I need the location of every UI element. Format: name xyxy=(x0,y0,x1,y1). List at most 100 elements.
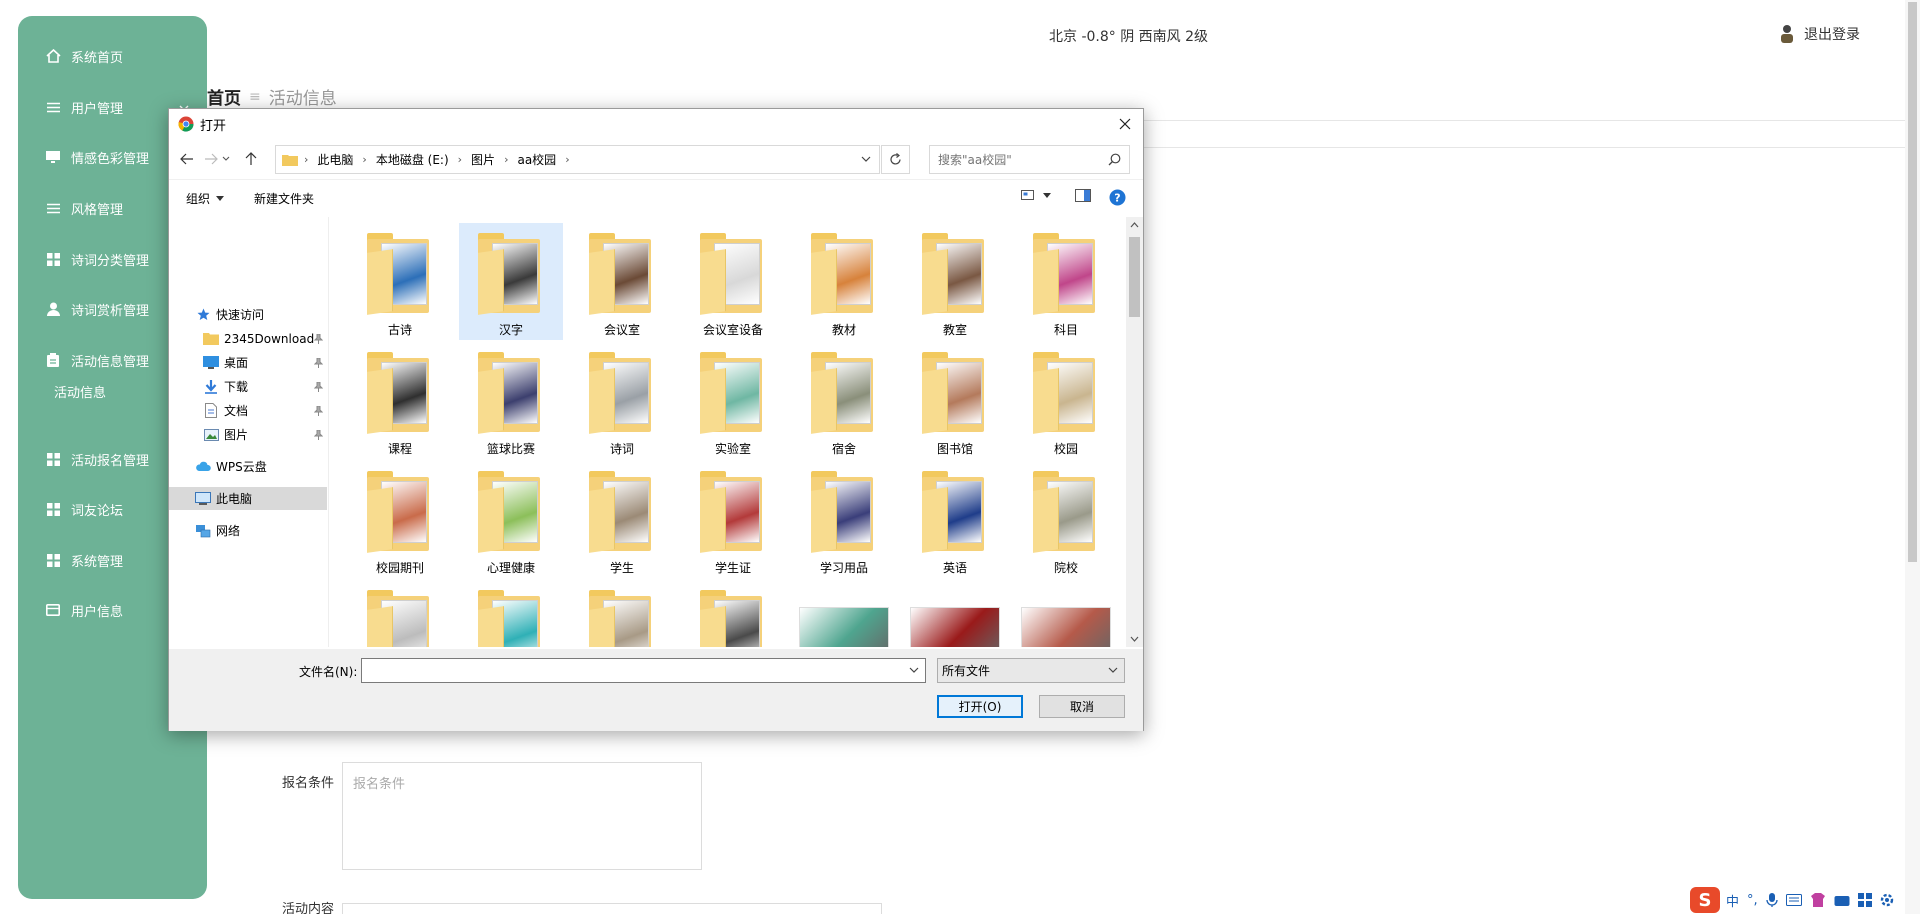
toolbox-icon[interactable] xyxy=(1834,893,1850,907)
filetype-select[interactable]: 所有文件 xyxy=(937,658,1125,683)
keyboard-icon[interactable] xyxy=(1785,894,1802,906)
file-list-scrollbar[interactable] xyxy=(1126,217,1143,647)
arrow-right-icon xyxy=(205,153,218,165)
pin-icon[interactable] xyxy=(313,333,324,347)
folder-thumbnail-icon xyxy=(478,352,544,434)
pin-icon[interactable] xyxy=(313,381,324,395)
organize-button[interactable]: 组织 xyxy=(186,190,225,207)
search-input[interactable] xyxy=(938,152,1108,167)
address-bar[interactable]: › 此电脑 › 本地磁盘 (E:) › 图片 › aa校园 › xyxy=(275,145,880,174)
back-button[interactable] xyxy=(177,149,197,169)
address-crumb[interactable]: aa校园 › xyxy=(517,151,578,168)
view-options-button[interactable] xyxy=(1021,189,1051,201)
chevron-down-icon[interactable] xyxy=(861,155,871,163)
sidebar-subitem-activity-info[interactable]: 活动信息 xyxy=(54,382,106,401)
folder-tile[interactable]: 教材 xyxy=(792,223,896,340)
content-editor[interactable] xyxy=(342,903,882,914)
folder-tile[interactable]: 会议室设备 xyxy=(681,223,785,340)
dialog-close-button[interactable] xyxy=(1111,111,1139,137)
skin-icon[interactable] xyxy=(1810,893,1826,907)
search-box[interactable] xyxy=(929,145,1130,174)
address-arrow-root[interactable]: › xyxy=(304,153,317,166)
chevron-down-icon[interactable] xyxy=(909,666,919,674)
recent-locations-button[interactable] xyxy=(219,149,233,169)
page-scrollbar-thumb[interactable] xyxy=(1908,2,1917,562)
folder-tile[interactable]: 教室 xyxy=(903,223,1007,340)
document-icon xyxy=(203,403,219,419)
breadcrumb-home[interactable]: 首页 xyxy=(207,84,241,109)
pin-icon[interactable] xyxy=(313,405,324,419)
scroll-down-button[interactable] xyxy=(1126,631,1143,647)
folder-tile[interactable] xyxy=(570,580,674,647)
microphone-icon[interactable] xyxy=(1766,892,1778,908)
punctuation-indicator[interactable]: °, xyxy=(1747,893,1758,908)
folder-tile[interactable]: 图书馆 xyxy=(903,342,1007,459)
nav-item-this-pc[interactable]: 此电脑 xyxy=(169,487,327,510)
new-folder-button[interactable]: 新建文件夹 xyxy=(254,190,314,207)
folder-tile[interactable]: 院校 xyxy=(1014,461,1118,578)
home-icon xyxy=(45,48,61,64)
folder-tile[interactable]: 篮球比赛 xyxy=(459,342,563,459)
nav-item-2345download[interactable]: 2345Download xyxy=(169,327,327,350)
folder-tile[interactable] xyxy=(459,580,563,647)
address-crumb[interactable]: 图片 › xyxy=(471,151,517,168)
folder-tile[interactable]: 宿舍 xyxy=(792,342,896,459)
file-list-scrollbar-thumb[interactable] xyxy=(1129,237,1140,317)
dialog-titlebar[interactable]: 打开 xyxy=(169,109,1143,139)
avatar-icon xyxy=(1781,25,1793,43)
sidebar-item-home[interactable]: 系统首页 xyxy=(18,36,207,76)
folder-tile[interactable] xyxy=(348,580,452,647)
address-crumb[interactable]: 本地磁盘 (E:) › xyxy=(376,151,471,168)
page-scrollbar[interactable] xyxy=(1905,0,1920,914)
pin-icon[interactable] xyxy=(313,357,324,371)
folder-tile[interactable]: 学生 xyxy=(570,461,674,578)
logout-button[interactable]: 退出登录 xyxy=(1778,24,1860,44)
folder-tile[interactable]: 古诗 xyxy=(348,223,452,340)
nav-item-desktop[interactable]: 桌面 xyxy=(169,351,327,374)
filename-input[interactable] xyxy=(361,658,926,683)
up-button[interactable] xyxy=(241,149,261,169)
pin-icon[interactable] xyxy=(313,429,324,443)
folder-tile[interactable] xyxy=(681,580,785,647)
folder-tile[interactable]: 学生证 xyxy=(681,461,785,578)
forward-button[interactable] xyxy=(201,149,221,169)
settings-icon[interactable] xyxy=(1880,893,1894,907)
nav-item-downloads[interactable]: 下载 xyxy=(169,375,327,398)
nav-item-documents[interactable]: 文档 xyxy=(169,399,327,422)
cancel-button[interactable]: 取消 xyxy=(1039,695,1125,718)
nav-item-wps-cloud[interactable]: WPS云盘 xyxy=(169,455,327,478)
open-button[interactable]: 打开(O) xyxy=(937,695,1023,718)
chevron-down-icon xyxy=(1108,667,1118,673)
preview-pane-button[interactable] xyxy=(1075,189,1091,202)
image-thumbnail[interactable] xyxy=(1021,607,1111,647)
folder-tile[interactable]: 会议室 xyxy=(570,223,674,340)
folder-tile[interactable]: 课程 xyxy=(348,342,452,459)
folder-thumbnail-icon xyxy=(367,233,433,315)
signup-textarea[interactable]: 报名条件 xyxy=(342,762,702,870)
user-icon xyxy=(45,301,61,317)
chevron-up-icon xyxy=(1130,222,1139,228)
image-thumbnail[interactable] xyxy=(799,607,889,647)
address-crumb[interactable]: 此电脑 › xyxy=(317,151,375,168)
image-thumbnail[interactable] xyxy=(910,607,1000,647)
folder-tile[interactable]: 汉字 xyxy=(459,223,563,340)
folder-tile[interactable]: 学习用品 xyxy=(792,461,896,578)
folder-tile[interactable]: 实验室 xyxy=(681,342,785,459)
folder-tile[interactable]: 校园 xyxy=(1014,342,1118,459)
folder-tile[interactable]: 英语 xyxy=(903,461,1007,578)
folder-tile[interactable]: 校园期刊 xyxy=(348,461,452,578)
scroll-up-button[interactable] xyxy=(1126,217,1143,233)
nav-item-pictures[interactable]: 图片 xyxy=(169,423,327,446)
folder-tile[interactable]: 诗词 xyxy=(570,342,674,459)
sogou-ime-icon[interactable]: S xyxy=(1690,887,1720,913)
clipboard-icon xyxy=(45,352,61,368)
ime-mode-indicator[interactable]: 中 xyxy=(1726,891,1739,910)
folder-name: 心理健康 xyxy=(486,561,535,575)
grid-icon[interactable] xyxy=(1857,893,1872,907)
refresh-button[interactable] xyxy=(881,145,910,174)
nav-item-quick-access[interactable]: 快速访问 xyxy=(169,303,327,326)
folder-tile[interactable]: 科目 xyxy=(1014,223,1118,340)
folder-tile[interactable]: 心理健康 xyxy=(459,461,563,578)
nav-item-network[interactable]: 网络 xyxy=(169,519,327,542)
help-button[interactable]: ? xyxy=(1109,189,1126,206)
